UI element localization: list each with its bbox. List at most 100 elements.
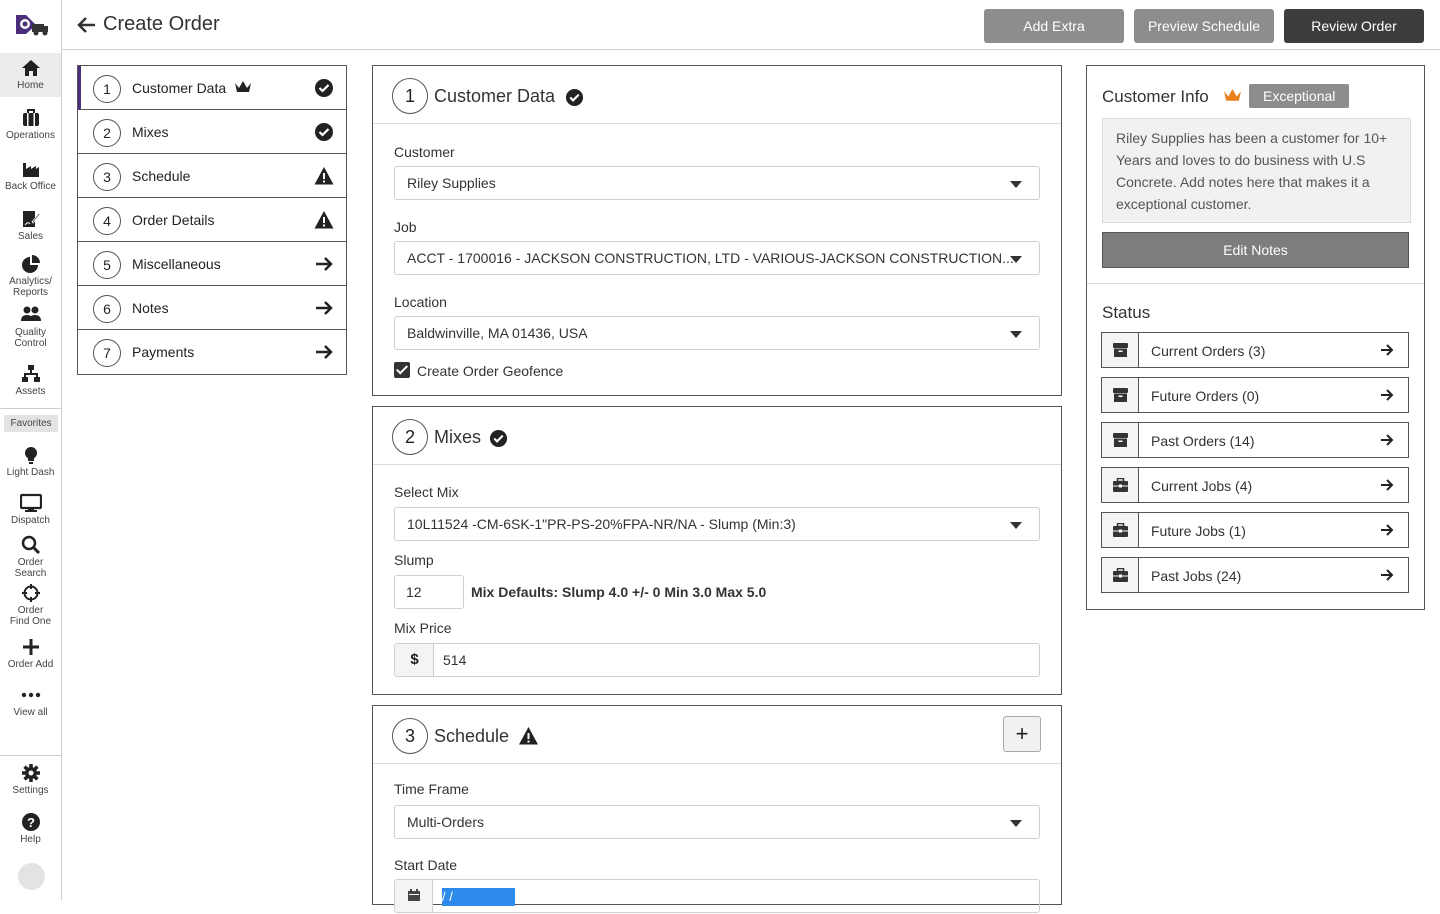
panel-title: Schedule (434, 726, 510, 746)
step-number: 1 (93, 75, 121, 103)
customer-select[interactable]: Riley Supplies (394, 166, 1040, 200)
favorites-label: Favorites (4, 415, 58, 432)
time-frame-value: Multi-Orders (407, 814, 485, 830)
rail-label: Order (17, 557, 44, 568)
rail-item-order-find-one[interactable]: Order Find One (0, 583, 61, 627)
start-date-placeholder: / / (442, 888, 515, 906)
factory-icon (22, 163, 39, 177)
location-select[interactable]: Baldwinville, MA 01436, USA (394, 316, 1040, 350)
review-order-button[interactable]: Review Order (1284, 9, 1424, 43)
mixes-panel: 2 Mixes Select Mix 10L11524 -CM-6SK-1"PR… (372, 406, 1062, 695)
step-mixes[interactable]: 2 Mixes (78, 110, 346, 154)
rail-item-dispatch[interactable]: Dispatch (0, 493, 61, 526)
status-row-past-jobs[interactable]: Past Jobs (24) (1101, 557, 1409, 593)
step-customer-data[interactable]: 1 Customer Data (78, 66, 346, 110)
rail-item-assets[interactable]: Assets (0, 364, 61, 397)
rail-label: Search (14, 568, 47, 579)
edit-notes-button[interactable]: Edit Notes (1102, 232, 1409, 268)
chevron-down-icon (1010, 820, 1022, 827)
rail-label: Control (14, 338, 47, 349)
customer-data-panel: 1 Customer Data Customer Riley Supplies … (372, 65, 1062, 396)
rail-item-home[interactable]: Home (0, 53, 61, 97)
rail-label: Dispatch (11, 515, 50, 526)
status-row-label: Past Orders (14) (1151, 433, 1255, 449)
rail-item-quality-control[interactable]: Quality Control (0, 305, 61, 349)
mix-price-input[interactable]: 514 (433, 643, 1040, 677)
time-frame-select[interactable]: Multi-Orders (394, 805, 1040, 839)
rail-item-back-office[interactable]: Back Office (0, 159, 61, 192)
rail-label: Order Add (7, 659, 54, 670)
status-row-label: Future Jobs (1) (1151, 523, 1246, 539)
svg-text:?: ? (27, 815, 35, 830)
back-arrow-icon[interactable] (76, 14, 98, 36)
step-label: Payments (132, 344, 195, 360)
rail-label: Light Dash (6, 467, 55, 478)
status-row-future-orders[interactable]: Future Orders (0) (1101, 377, 1409, 413)
geofence-checkbox[interactable] (394, 362, 410, 378)
rail-item-order-search[interactable]: Order Search (0, 535, 61, 579)
start-date-input[interactable]: / / (432, 879, 1040, 913)
archive-icon (1113, 433, 1128, 447)
card-divider (1087, 283, 1424, 284)
user-avatar[interactable] (18, 863, 45, 890)
rail-item-analytics-reports[interactable]: Analytics/ Reports (0, 254, 61, 298)
rail-divider (0, 755, 61, 756)
panel-title: Customer Data (434, 86, 556, 106)
warning-icon (314, 167, 334, 185)
mix-select[interactable]: 10L11524 -CM-6SK-1"PR-PS-20%FPA-NR/NA - … (394, 507, 1040, 541)
rail-item-settings[interactable]: Settings (0, 763, 61, 796)
arrow-right-icon (1381, 479, 1394, 491)
panel-header: 1 Customer Data (373, 66, 1061, 124)
status-row-label: Current Orders (3) (1151, 343, 1266, 359)
rail-label: Assets (15, 386, 46, 397)
warning-icon (519, 727, 538, 745)
status-icon-cell (1102, 423, 1139, 457)
calendar-addon (394, 879, 433, 913)
status-badge: Exceptional (1249, 84, 1350, 108)
sitemap-icon (21, 365, 40, 382)
ellipsis-icon (21, 692, 40, 698)
step-label: Notes (132, 300, 169, 316)
step-notes[interactable]: 6 Notes (78, 286, 346, 330)
rail-item-sales[interactable]: Sales (0, 209, 61, 242)
rail-label: Analytics/ (9, 276, 52, 287)
status-row-current-jobs[interactable]: Current Jobs (4) (1101, 467, 1409, 503)
rail-label: Order (17, 605, 44, 616)
status-icon-cell (1102, 558, 1139, 592)
crown-icon (235, 81, 251, 92)
add-schedule-button[interactable]: + (1003, 716, 1041, 752)
step-schedule[interactable]: 3 Schedule (78, 154, 346, 198)
status-icon-cell (1102, 468, 1139, 502)
rail-label: Find One (9, 616, 52, 627)
preview-schedule-button[interactable]: Preview Schedule (1134, 9, 1274, 43)
rail-item-order-add[interactable]: Order Add (0, 637, 61, 670)
step-miscellaneous[interactable]: 5 Miscellaneous (78, 242, 346, 286)
slump-input[interactable]: 12 (394, 575, 464, 609)
step-payments[interactable]: 7 Payments (78, 330, 346, 374)
arrow-right-icon (316, 345, 333, 359)
rail-label: Home (17, 80, 44, 91)
status-row-current-orders[interactable]: Current Orders (3) (1101, 332, 1409, 368)
step-order-details[interactable]: 4 Order Details (78, 198, 346, 242)
job-select[interactable]: ACCT - 1700016 - JACKSON CONSTRUCTION, L… (394, 241, 1040, 275)
panel-number: 1 (392, 78, 428, 114)
arrow-right-icon (1381, 524, 1394, 536)
status-icon-cell (1102, 513, 1139, 547)
step-label: Mixes (132, 124, 169, 140)
crown-icon (1224, 89, 1241, 101)
rail-item-light-dash[interactable]: Light Dash (0, 445, 61, 478)
rail-item-operations[interactable]: Operations (0, 108, 61, 141)
monitor-icon (19, 493, 42, 512)
arrow-right-icon (1381, 434, 1394, 446)
status-icon-cell (1102, 333, 1139, 367)
rail-item-view-all[interactable]: View all (0, 685, 61, 718)
status-row-future-jobs[interactable]: Future Jobs (1) (1101, 512, 1409, 548)
rail-item-help[interactable]: ? Help (0, 812, 61, 845)
add-extra-button[interactable]: Add Extra (984, 9, 1124, 43)
archive-icon (1113, 343, 1128, 357)
briefcase-icon (1113, 568, 1128, 582)
rail-label: Back Office (5, 181, 56, 192)
company-logo[interactable] (12, 12, 50, 38)
arrow-right-icon (1381, 389, 1394, 401)
status-row-past-orders[interactable]: Past Orders (14) (1101, 422, 1409, 458)
